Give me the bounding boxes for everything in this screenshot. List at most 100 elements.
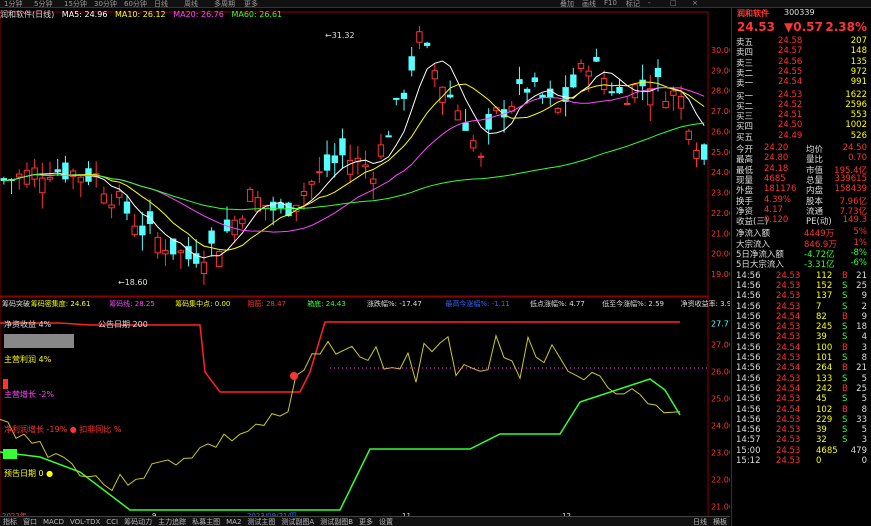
- toolbar-button[interactable]: ×: [692, 0, 698, 7]
- candle-body: [208, 230, 215, 244]
- tick-row-cell: S: [842, 353, 848, 363]
- candle-body: [670, 90, 677, 96]
- bottom-tab[interactable]: MACD: [40, 518, 67, 526]
- price-axis-label: 23.00: [711, 189, 730, 198]
- tick-row-cell: 24.53: [776, 425, 801, 436]
- tick-row-cell: 4: [861, 332, 867, 343]
- period-tab[interactable]: 多周期: [214, 0, 235, 7]
- price-axis-label: 29.00: [711, 66, 730, 75]
- tick-row-cell: 245: [816, 322, 833, 333]
- tick-row-cell: 18: [856, 322, 867, 333]
- indicator-value: 筹码密集度: 24.61: [31, 299, 91, 308]
- indicator-value: 低至今涨幅%: 2.59: [602, 299, 664, 308]
- tick-row-cell: S: [842, 425, 848, 436]
- toolbar-button[interactable]: 叠加: [560, 0, 574, 7]
- tick-row-cell: 25: [856, 383, 867, 394]
- candle-body: [308, 181, 315, 185]
- tick-row-cell: S: [842, 394, 848, 405]
- bottom-tab[interactable]: 指标: [0, 517, 20, 526]
- ask-row-cell: 24.54: [778, 77, 803, 88]
- bottom-tab[interactable]: 筹码动力: [121, 517, 155, 526]
- ask-row-cell: 24.56: [778, 56, 803, 67]
- tick-row-cell: S: [842, 322, 848, 333]
- kline-chart[interactable]: 30.00 29.00 28.00 27.00 26.00 25.00 24.00 23.00…: [0, 8, 730, 524]
- candle-body: [431, 70, 438, 80]
- tick-row-cell: 24.53: [776, 353, 801, 363]
- tick-row-cell: 25: [856, 280, 867, 291]
- bid-row-cell: 24.53: [778, 89, 803, 100]
- toolbar-button[interactable]: 画线: [582, 0, 596, 7]
- bottom-right-tab[interactable]: 横板: [710, 517, 730, 526]
- period-tab[interactable]: 30分钟: [94, 0, 117, 7]
- tick-row-cell: 14:56: [736, 425, 761, 436]
- toolbar-button[interactable]: 标记: [626, 0, 640, 7]
- candle-body: [239, 218, 246, 225]
- period-tab[interactable]: 更多: [244, 0, 258, 7]
- bottom-tab[interactable]: 测试副图B: [317, 517, 356, 526]
- tick-row-cell: 2: [861, 301, 867, 312]
- toolbar-button[interactable]: F10: [604, 0, 617, 7]
- tick-row-cell: 24.53: [776, 456, 801, 466]
- bottom-tab[interactable]: 更多: [356, 517, 376, 526]
- bottom-tab[interactable]: 测试副图A: [278, 517, 317, 526]
- tick-row-cell: 3: [861, 342, 867, 353]
- bottom-tab[interactable]: 私募主图: [189, 517, 223, 526]
- tick-row-cell: 24.53: [776, 322, 801, 333]
- bottom-tab[interactable]: 窗口: [20, 517, 40, 526]
- candles: [0, 26, 708, 285]
- bottom-tab[interactable]: CCI: [103, 518, 121, 526]
- candle-body: [570, 74, 577, 88]
- indicator-value: 涨跌幅%: -17.47: [367, 299, 422, 308]
- bottom-tab[interactable]: 设置: [376, 517, 396, 526]
- period-tab[interactable]: 5分钟: [34, 0, 52, 7]
- tick-row-cell: 14:56: [736, 322, 761, 333]
- candle-body: [393, 97, 400, 100]
- stat-row-cell: 181176: [764, 184, 797, 195]
- tick-row-cell: 7: [816, 301, 822, 312]
- candle-body: [593, 56, 600, 62]
- tick-row-cell: B: [842, 342, 848, 353]
- toolbar-button[interactable]: -: [648, 0, 651, 7]
- candle-body: [408, 56, 415, 71]
- price-axis-label: 27.00: [711, 107, 730, 116]
- candle-body: [400, 92, 408, 99]
- period-toolbar: 1分钟 5分钟 15分钟 30分钟 60分钟 日线 周线 多周期 更多 叠加 画线 F10 标记 - □ ×: [0, 0, 871, 8]
- stat-row-cell: 0.70: [848, 153, 867, 164]
- tick-row-cell: 21: [856, 270, 867, 281]
- candle-body: [139, 225, 146, 236]
- indicator-axis-label: 22.00: [711, 476, 730, 485]
- resistance-line: [0, 321, 680, 393]
- indicator-axis-label: 23.00: [711, 449, 730, 458]
- bottom-tab[interactable]: VOL-TDX: [67, 518, 103, 526]
- tick-row-cell: 24.54: [776, 311, 801, 322]
- candle-body: [377, 144, 385, 157]
- bottom-tab[interactable]: 测试主图: [244, 517, 278, 526]
- price-change: ▼0.57: [784, 20, 823, 34]
- tick-row-cell: 24.53: [776, 414, 801, 425]
- ma5-value: MA5: 24.96: [61, 10, 108, 19]
- period-tab[interactable]: 周线: [184, 0, 198, 7]
- period-tab[interactable]: 1分钟: [4, 0, 22, 7]
- period-tab[interactable]: 日线: [154, 0, 168, 7]
- toolbar-button[interactable]: □: [670, 0, 677, 7]
- candle-body: [100, 193, 108, 204]
- candle-body: [700, 144, 708, 160]
- stock-name: 润和软件: [737, 9, 769, 18]
- candle-body: [616, 86, 623, 94]
- tick-row-cell: 101: [816, 353, 833, 363]
- bottom-tab[interactable]: 主力追踪: [155, 517, 189, 526]
- tick-row-cell: 24.53: [776, 301, 801, 312]
- bottom-right-tab[interactable]: 日线: [690, 517, 710, 526]
- bid-row-cell: 2596: [845, 99, 867, 110]
- tick-row-cell: 137: [816, 291, 833, 302]
- ma5-line: [3, 60, 705, 259]
- period-tab[interactable]: 15分钟: [64, 0, 87, 7]
- period-tab[interactable]: 60分钟: [124, 0, 147, 7]
- bottom-tab[interactable]: MA2: [223, 518, 244, 526]
- ask-row-cell: 972: [850, 66, 867, 77]
- candle-body: [31, 167, 38, 180]
- candle-body: [631, 84, 639, 99]
- stat-row-cell: 24.18: [764, 163, 789, 174]
- indicator-label-roe: 净资收益 4%: [4, 319, 52, 329]
- candle-body: [470, 140, 477, 149]
